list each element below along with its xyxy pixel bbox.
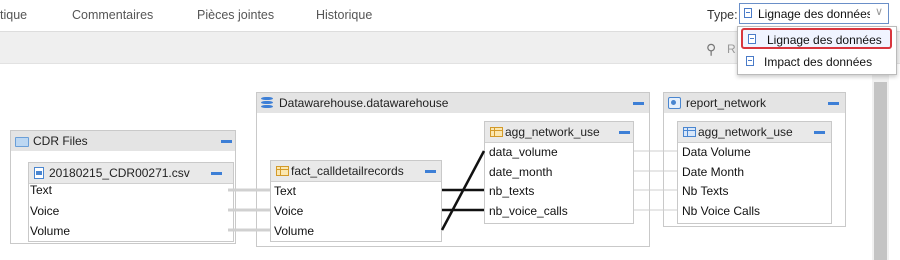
option-lignage[interactable]: Lignage des données [741, 28, 892, 49]
card-title: 20180215_CDR00271.csv [49, 166, 190, 180]
tab-statistique[interactable]: tique [0, 8, 27, 22]
chevron-down-icon: ∨ [874, 6, 883, 18]
collapse-icon[interactable] [633, 102, 644, 105]
collapse-icon[interactable] [814, 131, 825, 134]
card-title: agg_network_use [698, 125, 793, 139]
impact-icon [746, 56, 754, 66]
collapse-icon[interactable] [425, 170, 436, 173]
field-text: Text [274, 184, 297, 198]
group-title: CDR Files [33, 134, 88, 148]
card-header: fact_calldetailrecords [271, 161, 441, 182]
collapse-icon[interactable] [211, 172, 222, 175]
tab-pieces-jointes[interactable]: Pièces jointes [197, 8, 274, 22]
table-icon [490, 127, 503, 137]
tab-commentaires[interactable]: Commentaires [72, 8, 153, 22]
field-volume: Volume [274, 224, 315, 238]
type-select-value: Lignage des données [758, 7, 870, 21]
option-impact[interactable]: Impact des données [738, 52, 896, 72]
group-header: CDR Files [11, 131, 235, 151]
field-text: Text [30, 183, 53, 197]
field-nb-voice-calls: nb_voice_calls [489, 204, 568, 218]
scroll-thumb[interactable] [874, 82, 887, 260]
tab-historique[interactable]: Historique [316, 8, 372, 22]
field-date-month: Date Month [682, 165, 745, 179]
group-header: report_network [664, 93, 845, 113]
card-header: agg_network_use [678, 122, 831, 143]
group-header: Datawarehouse.datawarehouse [257, 93, 649, 113]
field-data-volume: data_volume [489, 145, 558, 159]
group-title: report_network [686, 96, 767, 110]
vertical-scrollbar[interactable] [872, 64, 889, 260]
collapse-icon[interactable] [619, 131, 630, 134]
field-date-month: date_month [489, 165, 553, 179]
type-dropdown: Lignage des données Impact des données [737, 26, 897, 75]
option-label: Impact des données [764, 55, 873, 69]
field-data-volume: Data Volume [682, 145, 751, 159]
option-label: Lignage des données [767, 33, 882, 47]
file-icon [34, 167, 44, 179]
search-icon[interactable]: ⚲ [706, 41, 716, 58]
card-header: agg_network_use [485, 122, 633, 143]
type-label: Type: [707, 8, 738, 22]
field-nb-texts: nb_texts [489, 184, 535, 198]
collapse-icon[interactable] [221, 140, 232, 143]
table-icon [683, 127, 696, 137]
lineage-icon [744, 8, 752, 18]
field-nb-texts: Nb Texts [682, 184, 729, 198]
field-voice: Voice [274, 204, 304, 218]
card-title: agg_network_use [505, 125, 600, 139]
database-icon [261, 97, 273, 109]
lineage-icon [748, 34, 756, 44]
type-select[interactable]: Lignage des données ∨ [739, 3, 889, 24]
collapse-icon[interactable] [828, 102, 839, 105]
group-title: Datawarehouse.datawarehouse [279, 96, 449, 110]
field-nb-voice-calls: Nb Voice Calls [682, 204, 761, 218]
card-title: fact_calldetailrecords [291, 164, 404, 178]
report-icon [668, 97, 681, 109]
table-icon [276, 166, 289, 176]
folder-icon [15, 137, 29, 147]
search-hint: R [727, 42, 736, 56]
field-voice: Voice [30, 204, 60, 218]
card-header: 20180215_CDR00271.csv [29, 163, 233, 184]
field-volume: Volume [30, 224, 71, 238]
